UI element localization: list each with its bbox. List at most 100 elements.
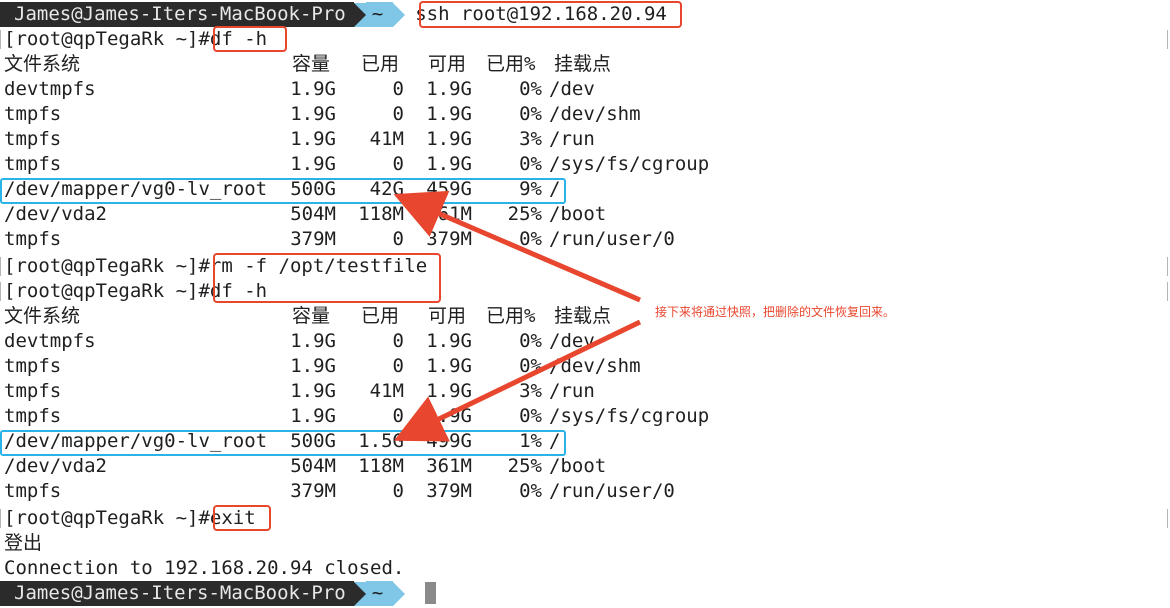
cell-avail: 1.9G: [426, 330, 472, 352]
cell-avail: 379M: [426, 228, 472, 250]
prompt-dir: ~: [365, 581, 394, 606]
cell-size: 379M: [290, 228, 336, 250]
annotation-text: 接下来将通过快照，把删除的文件恢复回来。: [655, 305, 896, 319]
local-prompt-bottom: James@James-Iters-MacBook-Pro ~: [0, 581, 406, 606]
cell-filesystem: tmpfs: [4, 480, 62, 502]
cell-used: 118M: [358, 455, 404, 477]
cell-size: 1.9G: [290, 128, 336, 150]
remote-prompt: [root@qpTegaRk ~]#: [4, 255, 210, 277]
cell-mount: /boot: [549, 455, 607, 477]
table-row: /dev/vda2 504M 118M 361M 25% /boot: [4, 202, 1164, 227]
cell-avail: 1.9G: [426, 380, 472, 402]
line-mark: [0, 30, 1, 49]
cell-avail: 1.9G: [426, 78, 472, 100]
cell-filesystem: tmpfs: [4, 355, 62, 377]
table-row: tmpfs 1.9G 0 1.9G 0% /sys/fs/cgroup: [4, 404, 1164, 429]
cell-mount: /run: [549, 128, 595, 150]
table-row: devtmpfs 1.9G 0 1.9G 0% /dev: [4, 77, 1164, 102]
prompt-separator: [353, 581, 366, 606]
cell-use-pct: 0%: [519, 330, 542, 352]
prompt-separator: [393, 581, 406, 606]
cell-use-pct: 0%: [519, 103, 542, 125]
cell-size: 1.9G: [290, 153, 336, 175]
cell-filesystem: tmpfs: [4, 103, 62, 125]
text-cursor: [425, 582, 436, 604]
table-row: tmpfs 1.9G 0 1.9G 0% /sys/fs/cgroup: [4, 152, 1164, 177]
cell-size: 1.9G: [290, 103, 336, 125]
cell-mount: /sys/fs/cgroup: [549, 153, 710, 175]
cell-size: 1.9G: [290, 330, 336, 352]
header-filesystem: 文件系统: [4, 53, 81, 75]
cell-avail: 1.9G: [426, 103, 472, 125]
prompt-user-host: James@James-Iters-MacBook-Pro: [0, 581, 354, 606]
table-row: tmpfs 379M 0 379M 0% /run/user/0: [4, 227, 1164, 252]
remote-prompt: [root@qpTegaRk ~]#: [4, 507, 210, 529]
remote-prompt: [root@qpTegaRk ~]#: [4, 280, 210, 302]
line-mark: [1167, 509, 1168, 528]
header-mount: 挂载点: [554, 305, 612, 327]
cell-avail: 1.9G: [426, 128, 472, 150]
cell-avail: 1.9G: [426, 355, 472, 377]
header-mount: 挂载点: [554, 53, 612, 75]
cell-used: 0: [392, 228, 404, 250]
cell-use-pct: 0%: [519, 405, 542, 427]
cell-mount: /run/user/0: [549, 480, 675, 502]
cell-use-pct: 25%: [507, 455, 542, 477]
cell-mount: /dev: [549, 330, 595, 352]
df-header: 文件系统 容量 已用 可用 已用% 挂载点: [4, 52, 1164, 77]
table-row: devtmpfs 1.9G 0 1.9G 0% /dev: [4, 329, 1164, 354]
cell-filesystem: /dev/vda2: [4, 455, 107, 477]
cell-mount: /dev/shm: [549, 103, 641, 125]
table-row: /dev/vda2 504M 118M 361M 25% /boot: [4, 454, 1164, 479]
prompt-dir: ~: [365, 2, 394, 27]
table-row: tmpfs 379M 0 379M 0% /run/user/0: [4, 479, 1164, 504]
cell-filesystem: tmpfs: [4, 228, 62, 250]
cell-used: 0: [392, 405, 404, 427]
cell-filesystem: devtmpfs: [4, 78, 96, 100]
cell-use-pct: 3%: [519, 128, 542, 150]
cell-used: 118M: [358, 203, 404, 225]
cell-mount: /run/user/0: [549, 228, 675, 250]
header-used: 已用: [361, 305, 400, 327]
cell-use-pct: 25%: [507, 203, 542, 225]
cell-avail: 379M: [426, 480, 472, 502]
cell-used: 0: [392, 355, 404, 377]
df-command-highlight: [213, 26, 287, 52]
cell-used: 41M: [369, 380, 404, 402]
logout-text: 登出: [4, 532, 43, 554]
header-used: 已用: [361, 53, 400, 75]
table-row: tmpfs 1.9G 41M 1.9G 3% /run: [4, 127, 1164, 152]
table-row: tmpfs 1.9G 0 1.9G 0% /dev/shm: [4, 102, 1164, 127]
root-volume-after-highlight: [0, 430, 566, 456]
df-header: 文件系统 容量 已用 可用 已用% 挂载点: [4, 304, 1164, 329]
cell-filesystem: tmpfs: [4, 128, 62, 150]
cell-filesystem: tmpfs: [4, 405, 62, 427]
rm-df-command-highlight: [213, 253, 441, 303]
cell-use-pct: 0%: [519, 228, 542, 250]
prompt-separator: [393, 2, 406, 27]
cell-use-pct: 0%: [519, 78, 542, 100]
header-size: 容量: [292, 305, 331, 327]
header-use-pct: 已用%: [486, 305, 536, 327]
header-avail: 可用: [428, 305, 467, 327]
cell-filesystem: tmpfs: [4, 153, 62, 175]
cell-size: 504M: [290, 203, 336, 225]
terminal-window[interactable]: James@James-Iters-MacBook-Pro ~ ssh root…: [0, 0, 1170, 608]
prompt-user-host: James@James-Iters-MacBook-Pro: [0, 2, 354, 27]
root-volume-before-highlight: [0, 178, 566, 204]
cell-avail: 361M: [426, 455, 472, 477]
remote-prompt: [root@qpTegaRk ~]#: [4, 28, 210, 50]
line-mark: [0, 257, 1, 276]
cell-filesystem: tmpfs: [4, 380, 62, 402]
line-mark: [1167, 30, 1168, 49]
cell-use-pct: 0%: [519, 153, 542, 175]
cell-avail: 1.9G: [426, 153, 472, 175]
cell-filesystem: devtmpfs: [4, 330, 96, 352]
cell-used: 0: [392, 330, 404, 352]
cell-mount: /boot: [549, 203, 607, 225]
line-mark: [0, 509, 1, 528]
cell-used: 0: [392, 480, 404, 502]
cell-used: 0: [392, 153, 404, 175]
cell-size: 1.9G: [290, 405, 336, 427]
header-size: 容量: [292, 53, 331, 75]
